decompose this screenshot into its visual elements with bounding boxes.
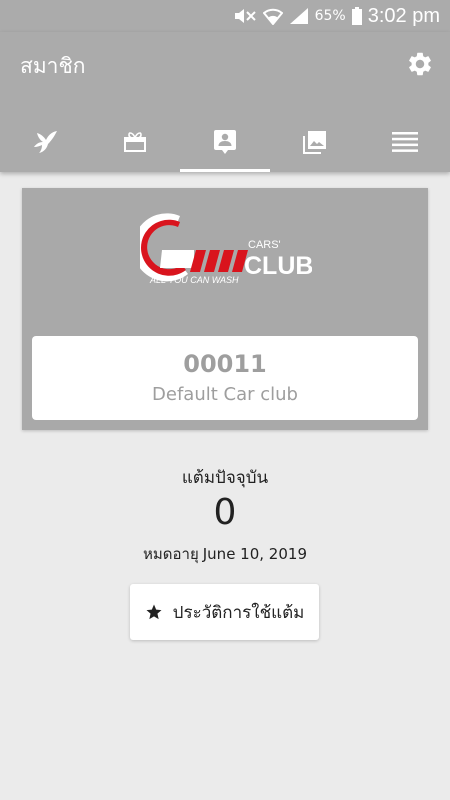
settings-button[interactable] bbox=[406, 50, 434, 78]
points-value: 0 bbox=[213, 492, 237, 533]
clock: 3:02 pm bbox=[367, 4, 440, 27]
expiry-label: หมดอายุ bbox=[143, 545, 199, 563]
bird-icon bbox=[34, 131, 57, 153]
gift-card-icon bbox=[124, 132, 146, 152]
gear-icon bbox=[409, 52, 431, 76]
expiry-text: หมดอายุ June 10, 2019 bbox=[0, 542, 450, 566]
status-bar: 65% 3:02 pm bbox=[0, 0, 450, 32]
gallery-icon bbox=[303, 131, 326, 154]
expiry-date: June 10, 2019 bbox=[202, 545, 307, 563]
app-bar: สมาชิก bbox=[0, 32, 450, 172]
points-history-button[interactable]: ประวัติการใช้แต้ม bbox=[130, 584, 319, 640]
logo-tagline: ALL YOU CAN WASH bbox=[149, 275, 239, 285]
signal-icon bbox=[289, 8, 308, 24]
tab-gallery[interactable] bbox=[270, 112, 360, 172]
points-history-label: ประวัติการใช้แต้ม bbox=[172, 602, 305, 623]
star-icon bbox=[146, 604, 162, 620]
member-id: 00011 bbox=[183, 350, 267, 378]
membership-card: CARS' CLUB ALL YOU CAN WASH 00011 Defaul… bbox=[22, 188, 428, 430]
tab-menu[interactable] bbox=[360, 112, 450, 172]
battery-icon bbox=[351, 7, 362, 25]
logo-text-club: CLUB bbox=[244, 252, 312, 280]
page-title: สมาชิก bbox=[20, 54, 86, 78]
battery-percentage: 65% bbox=[314, 8, 346, 24]
points-label: แต้มปัจจุบัน bbox=[181, 468, 269, 488]
club-name: Default Car club bbox=[152, 384, 298, 405]
wifi-icon bbox=[262, 8, 283, 25]
mute-icon bbox=[234, 9, 256, 23]
menu-icon bbox=[392, 132, 418, 152]
member-info-box: 00011 Default Car club bbox=[32, 336, 418, 420]
tab-member[interactable] bbox=[180, 112, 270, 172]
logo-text-cars: CARS' bbox=[248, 239, 281, 251]
tab-bar bbox=[0, 112, 450, 172]
tab-home[interactable] bbox=[0, 112, 90, 172]
member-card-icon bbox=[214, 130, 236, 154]
cars-club-logo: CARS' CLUB ALL YOU CAN WASH bbox=[140, 213, 312, 285]
tab-rewards[interactable] bbox=[90, 112, 180, 172]
